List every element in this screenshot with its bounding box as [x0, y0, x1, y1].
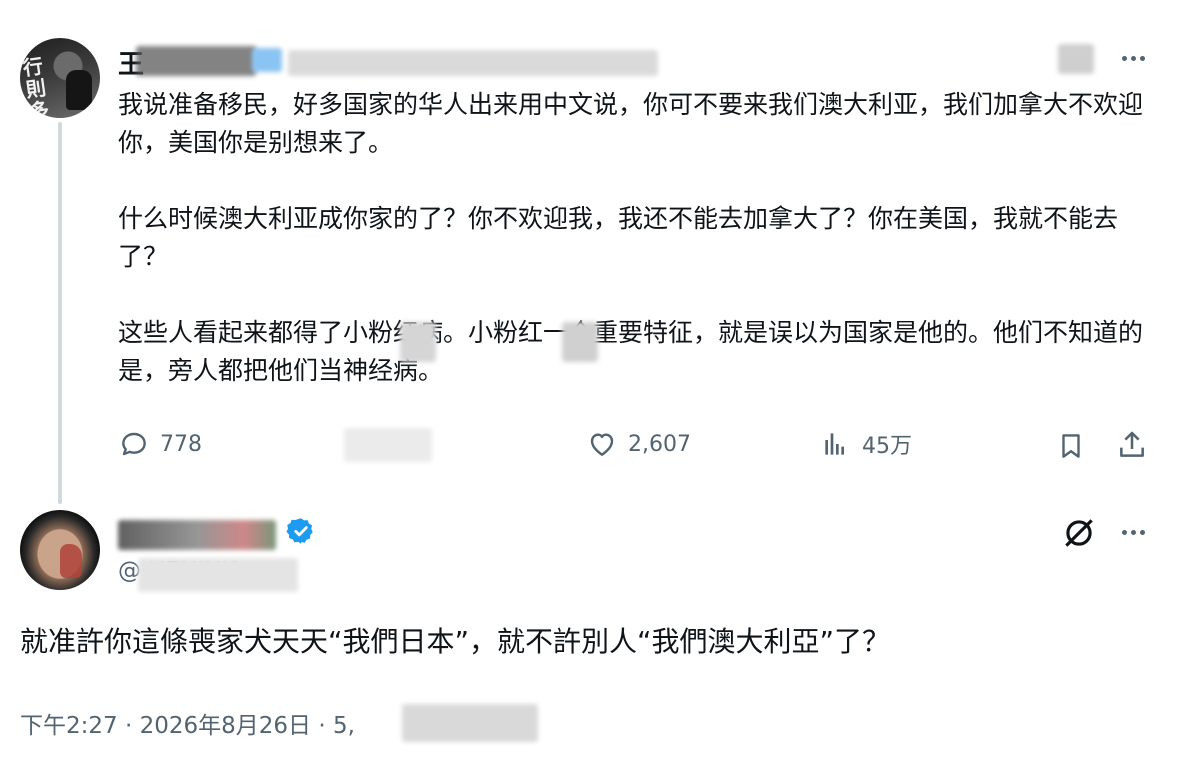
author-avatar[interactable]: 行則多: [20, 38, 100, 118]
redacted-handle: [288, 50, 658, 76]
bar-chart-icon: [825, 433, 844, 455]
more-dots-icon[interactable]: [1116, 50, 1150, 66]
speech-bubble-icon: [122, 432, 146, 456]
views-count: 45万: [862, 434, 912, 459]
avatar-hand: [60, 544, 82, 578]
more-dots-icon[interactable]: [1116, 524, 1150, 540]
avatar-figure: [66, 70, 92, 110]
redacted-handle: [138, 558, 298, 592]
post-text: 我说准备移民，好多国家的华人出来用中文说，你可不要来我们澳大利亚，我们加拿大不欢…: [118, 90, 1144, 385]
thread-line: [58, 122, 62, 504]
redacted-badge: [252, 48, 282, 72]
reply-text: 就准許你這條喪家犬天天“我們日本”，就不許別人“我們澳大利亞”了？: [20, 625, 891, 658]
redacted-name: [136, 46, 256, 76]
redacted-repost: [344, 428, 432, 462]
share-icon: [1120, 431, 1144, 457]
views-action[interactable]: 45万: [820, 428, 912, 460]
redacted-views: [402, 704, 538, 742]
reply-action[interactable]: 778: [118, 428, 202, 460]
redacted-word: [562, 322, 598, 362]
verified-badge-icon: [286, 516, 316, 546]
author-name-row[interactable]: 王: [118, 44, 678, 80]
redacted-reply-name: [118, 520, 276, 550]
heart-icon: [590, 433, 614, 456]
slash-circle-icon[interactable]: [1060, 514, 1098, 552]
reply-count: 778: [160, 431, 202, 457]
like-count: 2,607: [628, 431, 691, 457]
bookmark-icon: [1062, 434, 1080, 458]
share-button[interactable]: [1116, 428, 1148, 466]
redacted-word: [400, 322, 436, 362]
like-action[interactable]: 2,607: [586, 428, 691, 460]
reply-author-avatar[interactable]: [20, 510, 100, 590]
avatar-calligraphy: 行則多: [21, 54, 49, 118]
reply-meta[interactable]: 下午2:27 · 2026年8月26日 · 5,: [20, 706, 355, 740]
redacted-grok-icon: [1058, 44, 1094, 74]
bookmark-button[interactable]: [1056, 430, 1086, 466]
